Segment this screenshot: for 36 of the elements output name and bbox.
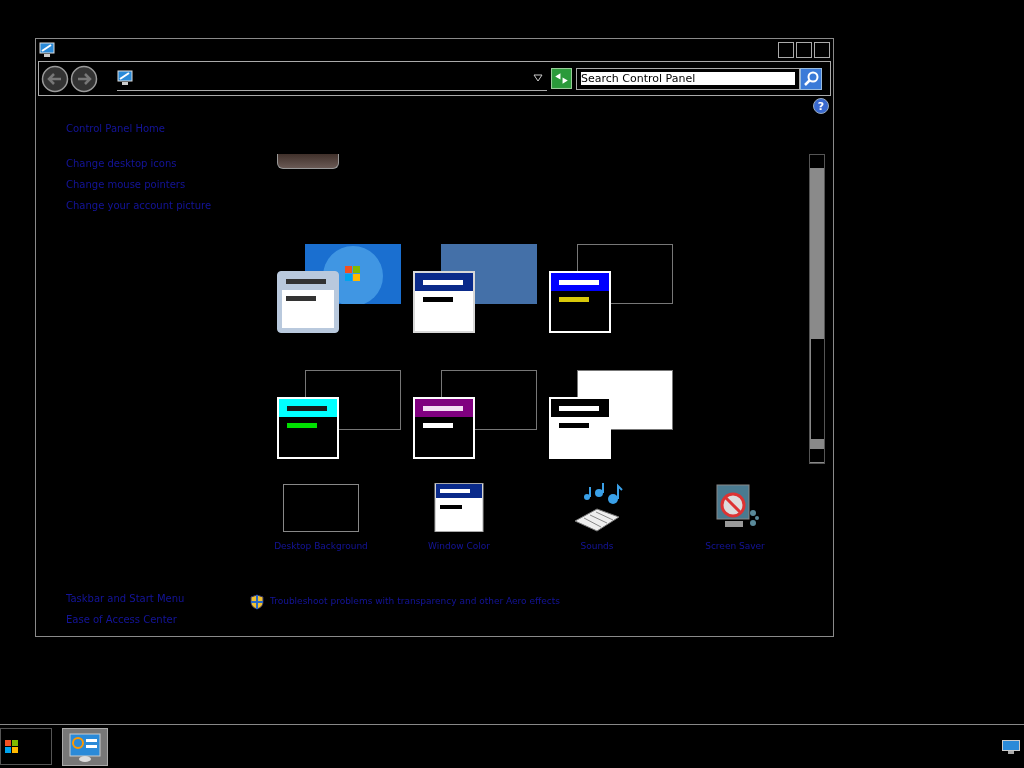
scrollbar[interactable] — [809, 154, 825, 464]
theme-thumbnail[interactable] — [277, 154, 339, 169]
monitor-icon[interactable] — [1002, 739, 1020, 754]
see-also-link[interactable]: Taskbar and Start Menu — [66, 588, 185, 609]
maximize-button[interactable] — [796, 42, 812, 58]
desktop-background-icon[interactable] — [281, 483, 361, 533]
flag-icon[interactable] — [5, 739, 19, 754]
setting-link[interactable]: Screen Saver — [705, 541, 765, 551]
close-button[interactable] — [814, 42, 830, 58]
monitor-icon — [39, 42, 55, 58]
help-icon[interactable]: ? — [813, 98, 829, 114]
see-also-link[interactable]: Ease of Access Center — [66, 609, 177, 630]
sidebar-link[interactable]: Change mouse pointers — [66, 174, 186, 195]
setting-link[interactable]: Sounds — [580, 541, 614, 551]
theme-thumbnail[interactable] — [549, 370, 675, 460]
start-button[interactable] — [0, 728, 52, 765]
theme-thumbnail[interactable] — [413, 244, 539, 334]
shield-icon — [250, 593, 264, 610]
setting-link[interactable]: Window Color — [428, 541, 490, 551]
search-icon[interactable] — [800, 67, 822, 90]
sidebar-link[interactable]: Change your account picture — [66, 195, 212, 216]
troubleshoot-link[interactable]: Troubleshoot problems with transparency and other Aero effects — [270, 591, 560, 612]
taskbar-app-button[interactable] — [62, 727, 108, 766]
theme-thumbnail[interactable] — [549, 244, 675, 334]
refresh-icon[interactable] — [551, 68, 572, 89]
theme-thumbnail[interactable] — [277, 244, 403, 334]
monitor-icon — [117, 70, 133, 86]
sidebar-link[interactable]: Change desktop icons — [66, 153, 177, 174]
sidebar-link[interactable]: Control Panel Home — [66, 118, 165, 139]
setting-link[interactable]: Desktop Background — [274, 541, 368, 551]
back-forward-icon[interactable] — [41, 64, 99, 93]
search-field[interactable]: Search Control Panel — [576, 67, 800, 90]
theme-thumbnail[interactable] — [277, 370, 403, 460]
dropdown-icon[interactable] — [533, 74, 543, 82]
theme-thumbnail[interactable] — [413, 370, 539, 460]
minimize-button[interactable] — [778, 42, 794, 58]
